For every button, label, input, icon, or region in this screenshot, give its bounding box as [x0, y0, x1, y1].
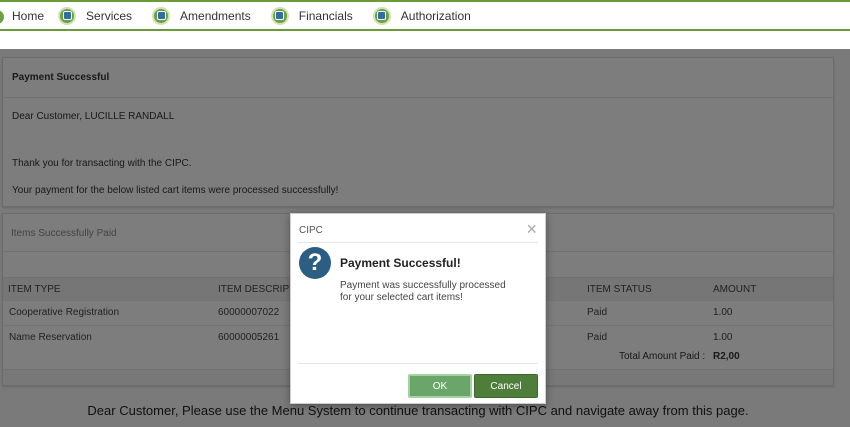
- nav-amendments[interactable]: Amendments: [152, 2, 251, 29]
- nav-services[interactable]: Services: [58, 2, 132, 29]
- nav-amendments-label: Amendments: [180, 8, 251, 23]
- nav-services-label: Services: [86, 8, 133, 23]
- nav-home-label: Home: [12, 8, 45, 23]
- nav-financials-label: Financials: [298, 8, 353, 23]
- nav-financials[interactable]: Financials: [270, 2, 353, 29]
- authorization-icon: [372, 6, 391, 25]
- close-icon[interactable]: ×: [526, 220, 537, 238]
- payment-success-dialog: CIPC × ? Payment Successful! Payment was…: [290, 213, 546, 404]
- nav-edge-icon: [0, 10, 4, 24]
- top-nav: Home Services Amendments Financials Auth…: [0, 0, 850, 31]
- dialog-heading: Payment Successful!: [340, 256, 461, 270]
- dialog-title: CIPC: [299, 225, 323, 236]
- dialog-divider: [298, 363, 538, 364]
- cancel-button[interactable]: Cancel: [474, 374, 538, 398]
- dialog-divider: [298, 242, 538, 243]
- nav-home[interactable]: Home: [12, 2, 44, 29]
- question-icon: ?: [299, 247, 331, 279]
- nav-authorization-label: Authorization: [400, 8, 471, 23]
- financials-icon: [270, 6, 289, 25]
- nav-authorization[interactable]: Authorization: [372, 2, 471, 29]
- ok-button[interactable]: OK: [408, 374, 472, 398]
- dialog-message: Payment was successfully processed for y…: [340, 280, 506, 303]
- amendments-icon: [152, 6, 171, 25]
- services-icon: [58, 6, 77, 25]
